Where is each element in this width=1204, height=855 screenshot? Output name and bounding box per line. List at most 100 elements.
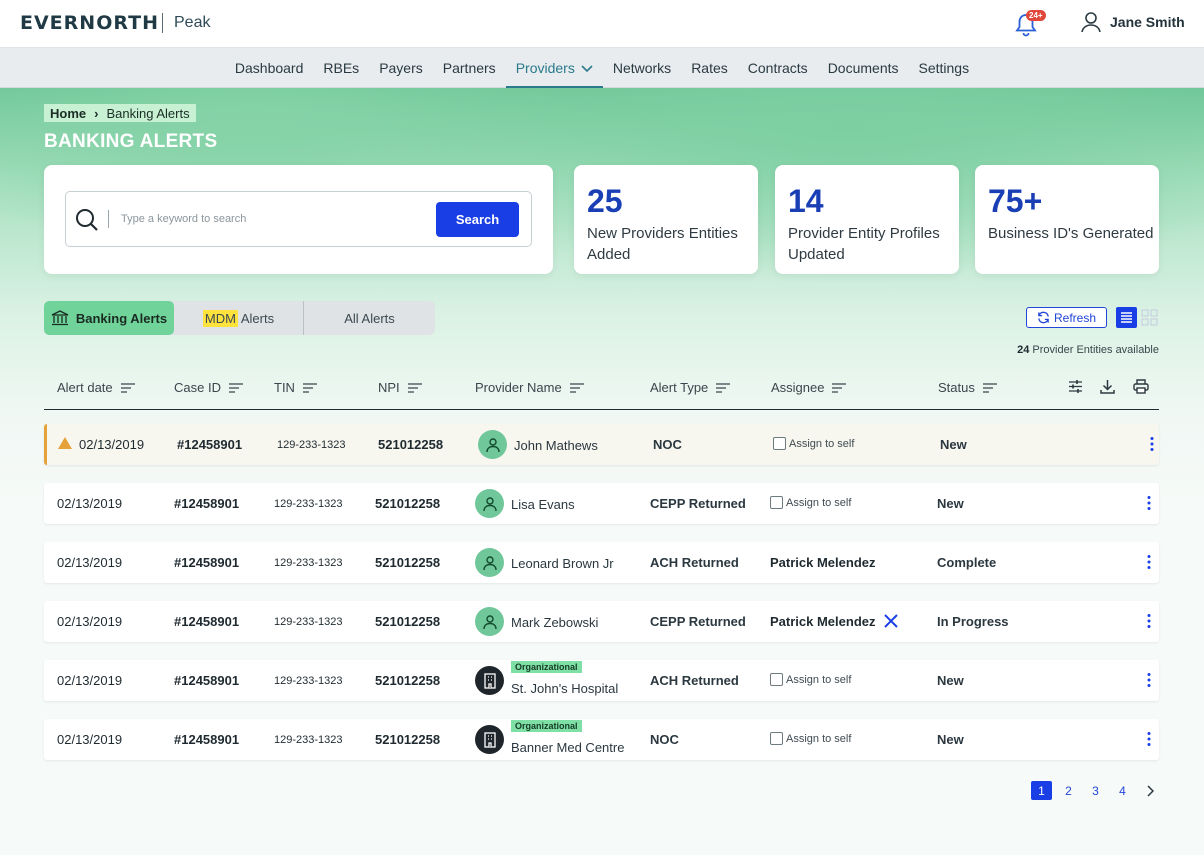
alert-tabs: Banking Alerts MDM Alerts All Alerts [44, 301, 435, 335]
cell-provider-name[interactable]: John Mathews [514, 438, 598, 453]
top-bar: EVERNORTH Peak 24+ Jane Smith [0, 0, 1204, 48]
stat-card-profiles-updated: 14 Provider Entity Profiles Updated [775, 165, 959, 274]
checkbox[interactable] [773, 437, 786, 450]
checkbox[interactable] [770, 496, 783, 509]
nav-providers[interactable]: Providers [505, 48, 603, 88]
next-page-icon[interactable] [1139, 781, 1160, 800]
col-alert-date[interactable]: Alert date [57, 380, 135, 395]
col-tin[interactable]: TIN [274, 380, 317, 395]
col-label: Case ID [174, 380, 221, 395]
more-options-icon[interactable] [1145, 613, 1153, 629]
stat-value: 25 [587, 183, 623, 219]
nav-partners[interactable]: Partners [433, 48, 506, 88]
table-row[interactable]: 02/13/2019 #12458901 129-233-1323 521012… [44, 483, 1159, 524]
cell-provider-name[interactable]: Leonard Brown Jr [511, 556, 614, 571]
tab-mdm-alerts[interactable]: MDM Alerts [174, 301, 304, 335]
cell-alert-date: 02/13/2019 [57, 496, 123, 511]
refresh-button[interactable]: Refresh [1026, 307, 1107, 328]
tab-mdm-label: Alerts [237, 310, 275, 326]
table-row[interactable]: 02/13/2019 #12458901 129-233-1323 521012… [44, 424, 1159, 465]
stat-card-business-ids: 75+ Business ID's Generated [975, 165, 1159, 274]
search-box: Search [65, 191, 532, 247]
nav-rates[interactable]: Rates [681, 48, 738, 88]
assign-to-self-checkbox[interactable]: Assign to self [770, 496, 851, 509]
checkbox[interactable] [770, 732, 783, 745]
nav-dashboard[interactable]: Dashboard [225, 48, 314, 88]
cell-status: Complete [937, 555, 997, 570]
more-options-icon[interactable] [1145, 672, 1153, 688]
cell-assignee: Patrick Melendez [770, 614, 876, 629]
download-icon[interactable] [1100, 379, 1115, 399]
nav-contracts[interactable]: Contracts [738, 48, 818, 88]
col-provider-name[interactable]: Provider Name [475, 380, 584, 395]
cell-alert-date: 02/13/2019 [57, 673, 123, 688]
breadcrumb-home[interactable]: Home [50, 106, 86, 121]
tab-all-alerts[interactable]: All Alerts [304, 301, 435, 335]
tab-banking-alerts[interactable]: Banking Alerts [44, 301, 174, 335]
list-view-icon[interactable] [1116, 307, 1137, 328]
nav-settings[interactable]: Settings [909, 48, 980, 88]
stat-card-new-providers: 25 New Providers Entities Added [574, 165, 758, 274]
table-row[interactable]: 02/13/2019 #12458901 129-233-1323 521012… [44, 601, 1159, 642]
user-menu[interactable]: Jane Smith [1080, 11, 1185, 33]
cell-npi: 521012258 [375, 496, 441, 511]
col-label: Provider Name [475, 380, 562, 395]
cell-tin: 129-233-1323 [274, 498, 343, 510]
search-button[interactable]: Search [436, 202, 519, 237]
person-avatar-icon [475, 607, 504, 636]
search-icon [76, 209, 98, 231]
col-npi[interactable]: NPI [378, 380, 422, 395]
cell-alert-date: 02/13/2019 [79, 437, 145, 452]
person-avatar-icon [475, 489, 504, 518]
more-options-icon[interactable] [1145, 495, 1153, 511]
grid-view-icon[interactable] [1140, 308, 1159, 327]
more-options-icon[interactable] [1148, 436, 1156, 452]
checkbox[interactable] [770, 673, 783, 686]
cell-tin: 129-233-1323 [277, 439, 346, 451]
cell-status: New [940, 437, 967, 452]
nav-documents[interactable]: Documents [818, 48, 909, 88]
filter-settings-icon[interactable] [1068, 379, 1083, 399]
page-4-button[interactable]: 4 [1112, 781, 1133, 800]
nav-rbes[interactable]: RBEs [313, 48, 369, 88]
cell-provider-name[interactable]: Mark Zebowski [511, 615, 598, 630]
table-row[interactable]: 02/13/2019 #12458901 129-233-1323 521012… [44, 542, 1159, 583]
page-3-button[interactable]: 3 [1085, 781, 1106, 800]
table-row[interactable]: 02/13/2019 #12458901 129-233-1323 521012… [44, 660, 1159, 701]
col-status[interactable]: Status [938, 380, 997, 395]
assign-to-self-checkbox[interactable]: Assign to self [770, 673, 851, 686]
remove-assignee-icon[interactable] [884, 614, 898, 628]
col-assignee[interactable]: Assignee [771, 380, 847, 395]
search-card: Search [44, 165, 553, 274]
assign-to-self-checkbox[interactable]: Assign to self [773, 437, 854, 450]
more-options-icon[interactable] [1145, 731, 1153, 747]
cell-provider-name[interactable]: Banner Med Centre [511, 740, 624, 755]
assign-to-self-checkbox[interactable]: Assign to self [770, 732, 851, 745]
person-avatar-icon [478, 430, 507, 459]
col-label: Alert Type [650, 380, 709, 395]
assign-label: Assign to self [789, 437, 855, 450]
cell-provider-name[interactable]: St. John's Hospital [511, 681, 618, 696]
assign-label: Assign to self [786, 732, 852, 745]
evernorth-logo[interactable]: EVERNORTH [20, 12, 159, 34]
nav-payers[interactable]: Payers [369, 48, 433, 88]
assign-label: Assign to self [786, 673, 852, 686]
cell-alert-type: CEPP Returned [650, 614, 746, 629]
col-alert-type[interactable]: Alert Type [650, 380, 731, 395]
refresh-icon [1038, 311, 1049, 324]
nav-networks[interactable]: Networks [603, 48, 681, 88]
assign-label: Assign to self [786, 496, 852, 509]
sort-icon [407, 382, 422, 393]
cell-tin: 129-233-1323 [274, 616, 343, 628]
search-input[interactable] [121, 208, 421, 230]
cell-case-id: #12458901 [174, 732, 240, 747]
cell-provider-name[interactable]: Lisa Evans [511, 497, 575, 512]
main-nav: Dashboard RBEs Payers Partners Providers… [0, 48, 1204, 88]
page-2-button[interactable]: 2 [1058, 781, 1079, 800]
print-icon[interactable] [1133, 379, 1149, 399]
table-row[interactable]: 02/13/2019 #12458901 129-233-1323 521012… [44, 719, 1159, 760]
more-options-icon[interactable] [1145, 554, 1153, 570]
available-label: Provider Entities available [1032, 344, 1159, 356]
page-1-button[interactable]: 1 [1031, 781, 1052, 800]
col-case-id[interactable]: Case ID [174, 380, 243, 395]
